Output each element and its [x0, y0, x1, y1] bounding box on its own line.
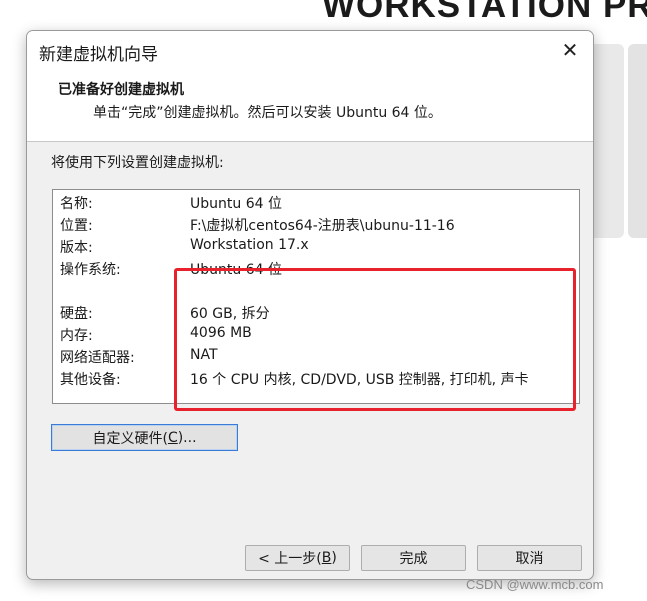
close-icon[interactable]: ✕ — [547, 31, 593, 69]
customize-suffix: )... — [177, 429, 197, 446]
customize-mnemonic: C — [167, 429, 178, 446]
background-card — [628, 44, 647, 238]
setting-value: F:\虚拟机centos64-注册表\ubunu-11-16 — [190, 218, 455, 234]
setting-value: Ubuntu 64 位 — [190, 196, 282, 212]
intro-text: 将使用下列设置创建虚拟机: — [51, 155, 224, 171]
setting-row-name: 名称: Ubuntu 64 位 — [53, 193, 579, 215]
header-title: 已准备好创建虚拟机 — [58, 82, 184, 98]
setting-label: 内存: — [60, 328, 93, 344]
back-prefix: < 上一步( — [258, 551, 322, 567]
customize-prefix: 自定义硬件( — [92, 430, 168, 447]
setting-label: 位置: — [60, 218, 93, 234]
red-highlight-annotation — [174, 268, 576, 411]
setting-label: 硬盘: — [60, 306, 93, 322]
csdn-watermark: CSDN @www.mcb.com — [466, 577, 604, 592]
finish-button[interactable]: 完成 — [361, 545, 466, 571]
setting-label: 版本: — [60, 240, 93, 256]
setting-label: 其他设备: — [60, 372, 121, 388]
dialog-title: 新建虚拟机向导 — [39, 45, 158, 65]
background-panel — [594, 44, 624, 238]
setting-label: 网络适配器: — [60, 350, 135, 366]
background-workstation-title: WORKSTATION PR — [322, 0, 647, 25]
setting-label: 名称: — [60, 196, 93, 212]
setting-row-version: 版本: Workstation 17.x — [53, 237, 579, 259]
cancel-button[interactable]: 取消 — [477, 545, 582, 571]
customize-hardware-button[interactable]: 自定义硬件(C)... — [51, 424, 238, 451]
setting-value: Workstation 17.x — [190, 237, 309, 253]
back-suffix: ) — [331, 550, 337, 566]
wizard-header: 已准备好创建虚拟机 单击“完成”创建虚拟机。然后可以安装 Ubuntu 64 位… — [27, 69, 593, 142]
setting-row-location: 位置: F:\虚拟机centos64-注册表\ubunu-11-16 — [53, 215, 579, 237]
header-subtitle: 单击“完成”创建虚拟机。然后可以安装 Ubuntu 64 位。 — [93, 105, 442, 121]
title-bar: 新建虚拟机向导 ✕ — [27, 31, 593, 69]
back-mnemonic: B — [321, 550, 332, 566]
setting-label: 操作系统: — [60, 262, 121, 278]
back-button[interactable]: < 上一步(B) — [245, 545, 350, 571]
